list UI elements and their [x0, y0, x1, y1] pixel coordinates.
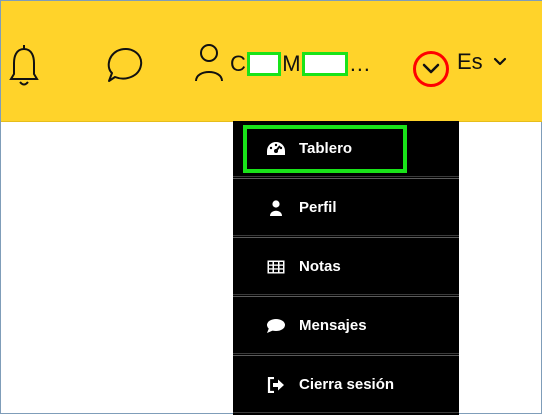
menu-divider	[233, 178, 459, 179]
menu-item-label: Cierra sesión	[299, 376, 395, 393]
language-selector[interactable]: Es	[457, 49, 507, 75]
menu-item-label: Mensajes	[299, 317, 367, 334]
language-label: Es	[457, 49, 483, 74]
menu-item-label: Notas	[299, 258, 341, 275]
sign-out-icon	[265, 376, 287, 394]
username-display[interactable]: C M …	[230, 47, 371, 81]
app-window: C M … Es Tablero Perfil Notas Mensajes C…	[0, 0, 542, 415]
menu-item-label: Tablero	[299, 140, 353, 157]
redacted-box	[301, 52, 348, 76]
chat-bubble-icon[interactable]	[101, 45, 147, 89]
menu-divider	[233, 296, 459, 297]
username-suffix: …	[348, 51, 372, 76]
username-middle: M	[282, 51, 301, 76]
user-icon[interactable]	[193, 41, 225, 87]
menu-item-notas[interactable]: Notas	[233, 239, 459, 295]
user-menu-toggle-button[interactable]	[413, 51, 449, 87]
user-icon	[265, 199, 287, 217]
table-grid-icon	[265, 258, 287, 276]
chevron-down-icon	[493, 57, 506, 66]
menu-item-cierra-sesion[interactable]: Cierra sesión	[233, 357, 459, 413]
menu-divider	[233, 355, 459, 356]
menu-item-label: Perfil	[299, 199, 337, 216]
redacted-box	[247, 52, 282, 76]
top-header-bar: C M … Es	[1, 1, 542, 122]
username-prefix: C	[230, 51, 247, 76]
menu-item-perfil[interactable]: Perfil	[233, 180, 459, 236]
menu-divider	[233, 237, 459, 238]
user-dropdown-menu: Tablero Perfil Notas Mensajes Cierra ses…	[233, 121, 459, 415]
menu-item-tablero[interactable]: Tablero	[233, 121, 459, 177]
dashboard-gauge-icon	[265, 140, 287, 158]
bell-icon[interactable]	[9, 43, 39, 91]
menu-item-mensajes[interactable]: Mensajes	[233, 298, 459, 354]
chevron-down-icon	[422, 63, 440, 74]
speech-bubble-icon	[265, 317, 287, 335]
